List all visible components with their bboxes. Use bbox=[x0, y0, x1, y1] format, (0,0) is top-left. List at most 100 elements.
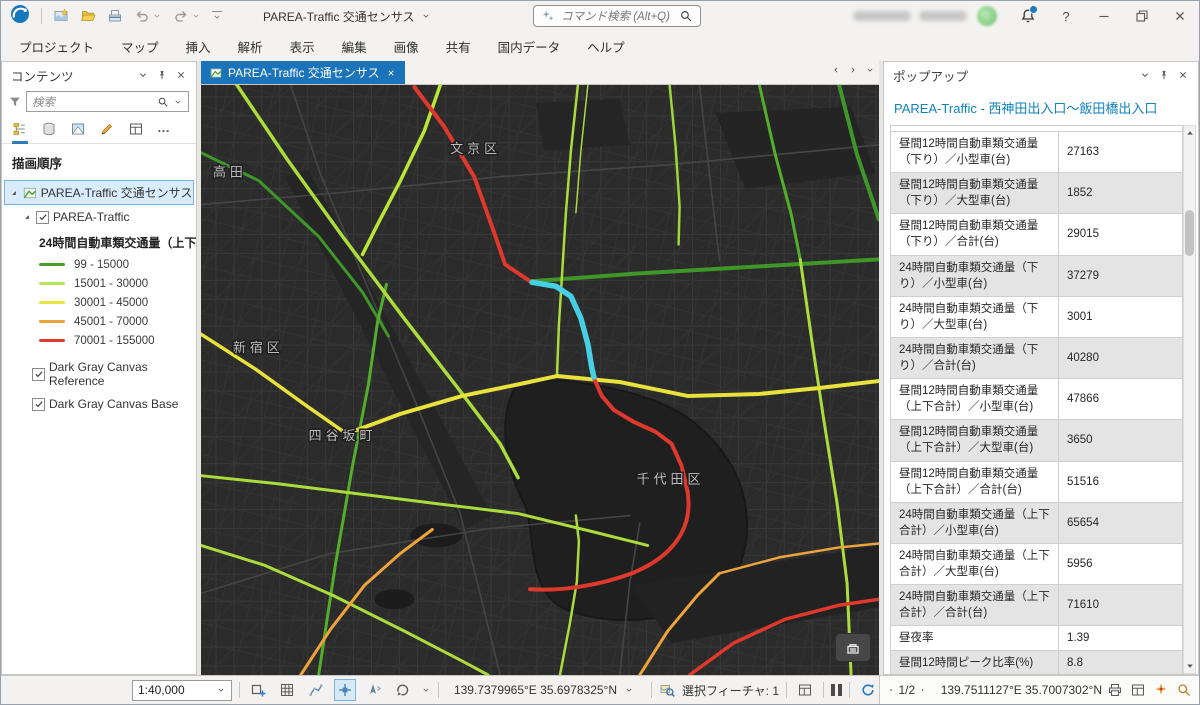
selection-view-button[interactable] bbox=[794, 679, 816, 701]
list-by-editing-button[interactable] bbox=[99, 121, 115, 144]
map-overlay-button[interactable] bbox=[836, 634, 870, 661]
list-by-snapping-button[interactable] bbox=[128, 121, 144, 144]
selected-features-label: 選択フィーチャ: 1 bbox=[682, 682, 779, 699]
rotate-button[interactable] bbox=[392, 679, 414, 701]
map-tree-item[interactable]: PAREA-Traffic 交通センサス bbox=[4, 180, 194, 205]
snap-to-cursor-button[interactable] bbox=[334, 679, 356, 701]
panel-menu-button[interactable] bbox=[1135, 65, 1154, 85]
map-view-tab[interactable]: PAREA-Traffic 交通センサス bbox=[201, 61, 405, 84]
pause-drawing-button[interactable] bbox=[831, 684, 842, 696]
list-by-selection-button[interactable] bbox=[70, 121, 86, 144]
command-search-input[interactable]: コマンド検索 (Alt+Q) bbox=[533, 5, 701, 27]
attribute-name: 昼間12時間自動車類交通量（上下合計）／小型車(台) bbox=[891, 379, 1059, 419]
avatar[interactable] bbox=[977, 6, 997, 26]
map-rect-icon[interactable] bbox=[1130, 682, 1146, 698]
previous-feature-button[interactable] bbox=[888, 685, 894, 695]
attribute-value: 1852 bbox=[1059, 183, 1182, 203]
scrollbar-thumb[interactable] bbox=[1185, 210, 1194, 256]
basemap-layer-item[interactable]: Dark Gray Canvas Reference bbox=[32, 356, 194, 392]
scroll-up-button[interactable] bbox=[1185, 126, 1195, 140]
close-button[interactable] bbox=[1161, 1, 1199, 31]
pin-button[interactable] bbox=[1154, 65, 1173, 85]
chevron-down-icon[interactable] bbox=[173, 97, 183, 107]
north-arrow-button[interactable] bbox=[363, 679, 385, 701]
sketch-button[interactable] bbox=[305, 679, 327, 701]
filter-icon[interactable] bbox=[8, 95, 22, 109]
chevron-down-icon bbox=[1139, 69, 1151, 81]
redo-button[interactable] bbox=[173, 8, 201, 24]
next-feature-button[interactable] bbox=[920, 685, 926, 695]
open-folder-icon[interactable] bbox=[80, 8, 96, 24]
chevron-down-icon[interactable] bbox=[152, 11, 162, 21]
chevron-down-icon[interactable] bbox=[624, 685, 634, 695]
panel-close-button[interactable] bbox=[1173, 65, 1192, 85]
ribbon-tab[interactable]: 解析 bbox=[238, 37, 263, 56]
scroll-right-icon[interactable] bbox=[848, 65, 858, 75]
basemap-layer-item[interactable]: Dark Gray Canvas Base bbox=[32, 393, 194, 415]
legend-label: 30001 - 45000 bbox=[74, 297, 148, 309]
more-tools-button[interactable]: … bbox=[157, 121, 170, 142]
scroll-down-button[interactable] bbox=[1185, 659, 1195, 673]
customize-quick-access-button[interactable] bbox=[212, 11, 222, 22]
attribute-name: 昼間12時間ピーク比率(%) bbox=[891, 651, 1059, 674]
undo-button[interactable] bbox=[134, 8, 162, 24]
image-star-icon[interactable] bbox=[53, 8, 69, 24]
flash-feature-icon[interactable] bbox=[1153, 682, 1169, 698]
expander-icon[interactable] bbox=[22, 212, 32, 222]
chevron-down-icon[interactable] bbox=[865, 65, 875, 75]
notifications-button[interactable] bbox=[1009, 1, 1047, 31]
layer-tree-item[interactable]: PAREA-Traffic bbox=[20, 207, 194, 227]
scale-selector[interactable]: 1:40,000 bbox=[132, 680, 232, 701]
ribbon-tab[interactable]: 国内データ bbox=[498, 37, 561, 56]
package-icon[interactable] bbox=[107, 8, 123, 24]
ribbon-tab-bar: プロジェクト マップ 挿入 解析 表示 編集 画像 共有 国内データ ヘルプ bbox=[1, 31, 1199, 61]
ribbon-tab[interactable]: 画像 bbox=[394, 37, 419, 56]
scroll-left-icon[interactable] bbox=[831, 65, 841, 75]
restore-button[interactable] bbox=[1123, 1, 1161, 31]
layer-checkbox[interactable] bbox=[36, 211, 49, 224]
popup-attribute-row: 24時間自動車類交通量（上下合計）／合計(台) 71610 bbox=[891, 585, 1183, 626]
expander-icon[interactable] bbox=[9, 188, 19, 198]
minimize-button[interactable] bbox=[1085, 1, 1123, 31]
grid-button[interactable] bbox=[276, 679, 298, 701]
scrollbar-track[interactable] bbox=[1184, 140, 1195, 659]
zoom-to-feature-icon[interactable] bbox=[1176, 682, 1192, 698]
window-title: PAREA-Traffic 交通センサス bbox=[263, 1, 431, 31]
popup-attribute-row: 24時間自動車類交通量（下り）／合計(台) 40280 bbox=[891, 338, 1183, 379]
panel-close-button[interactable] bbox=[171, 65, 190, 85]
pin-button[interactable] bbox=[152, 65, 171, 85]
search-icon[interactable] bbox=[679, 9, 693, 23]
arcgis-pro-logo[interactable] bbox=[10, 4, 30, 29]
ribbon-tab[interactable]: 表示 bbox=[290, 37, 315, 56]
chevron-down-icon[interactable] bbox=[421, 685, 431, 695]
ribbon-tab[interactable]: マップ bbox=[121, 37, 159, 56]
ribbon-tab[interactable]: 共有 bbox=[446, 37, 471, 56]
chevron-down-icon bbox=[137, 69, 149, 81]
chevron-down-icon[interactable] bbox=[421, 11, 431, 21]
chevron-down-icon[interactable] bbox=[191, 11, 201, 21]
ribbon-tab[interactable]: ヘルプ bbox=[587, 37, 625, 56]
panel-menu-button[interactable] bbox=[133, 65, 152, 85]
contents-search-input[interactable]: 検索 bbox=[26, 91, 189, 112]
ribbon-tab[interactable]: 編集 bbox=[342, 37, 367, 56]
popup-scrollbar[interactable] bbox=[1183, 125, 1196, 674]
layer-checkbox[interactable] bbox=[32, 398, 45, 411]
search-icon bbox=[157, 96, 169, 108]
ribbon-tab[interactable]: プロジェクト bbox=[19, 37, 94, 56]
popup-feature-link[interactable]: PAREA-Traffic - 西神田出入口〜飯田橋出入口 bbox=[884, 88, 1198, 125]
layer-label: PAREA-Traffic bbox=[53, 210, 129, 224]
sketch-icon bbox=[308, 682, 324, 698]
print-icon[interactable] bbox=[1107, 682, 1123, 698]
app-window: PAREA-Traffic 交通センサス コマンド検索 (Alt+Q) ? プロ… bbox=[0, 0, 1200, 705]
close-icon[interactable] bbox=[386, 68, 396, 78]
layer-checkbox[interactable] bbox=[32, 368, 45, 381]
main-area: コンテンツ 検索 … 描画順序 bbox=[1, 61, 1199, 675]
ribbon-tab[interactable]: 挿入 bbox=[186, 37, 211, 56]
add-pane-button[interactable] bbox=[247, 679, 269, 701]
attribute-value: 8.8 bbox=[1059, 653, 1182, 673]
refresh-button[interactable] bbox=[857, 679, 879, 701]
list-by-drawing-order-button[interactable] bbox=[12, 121, 28, 144]
help-button[interactable]: ? bbox=[1047, 1, 1085, 31]
list-by-data-source-button[interactable] bbox=[41, 121, 57, 144]
map-canvas[interactable]: 高田文京区新宿区四谷坂町千代田区 bbox=[201, 85, 879, 675]
